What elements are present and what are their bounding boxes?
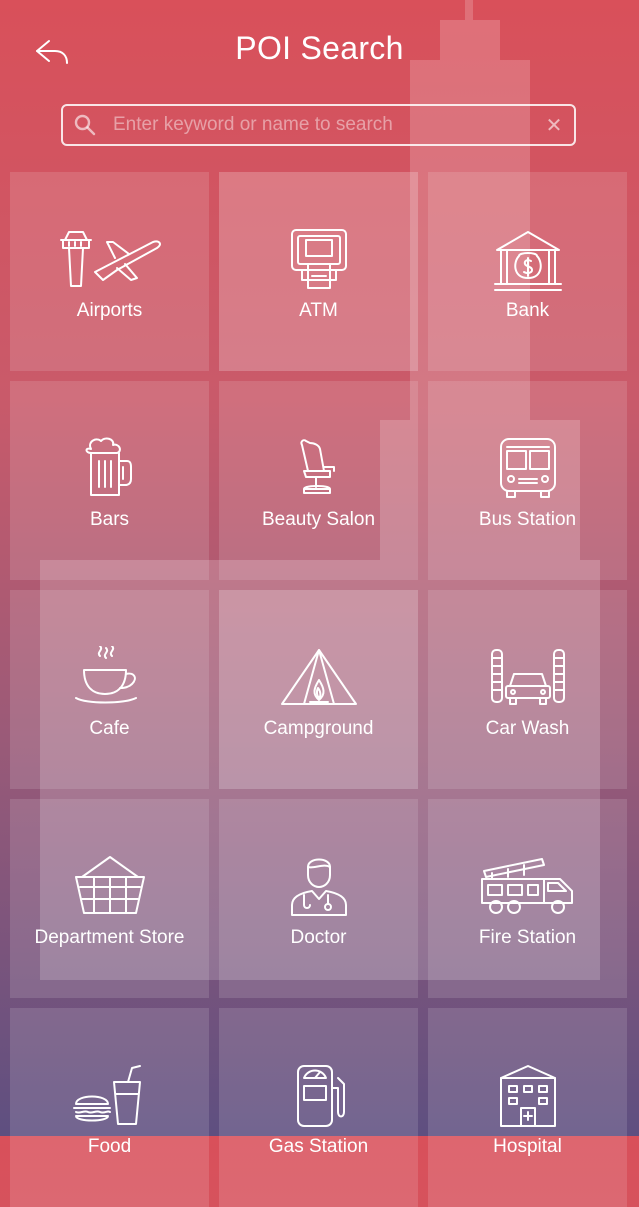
search-icon <box>63 106 107 144</box>
category-bars[interactable]: Bars <box>10 381 209 580</box>
category-label: Fire Station <box>478 927 577 948</box>
category-bank[interactable]: Bank <box>428 172 627 371</box>
category-car-wash[interactable]: Car Wash <box>428 590 627 789</box>
category-gas-station[interactable]: Gas Station <box>219 1008 418 1207</box>
category-bus-station[interactable]: Bus Station <box>428 381 627 580</box>
clear-icon[interactable]: ✕ <box>534 106 574 144</box>
doctor-icon <box>290 858 347 916</box>
car-wash-icon <box>490 649 565 705</box>
category-label: Campground <box>263 718 374 739</box>
category-label: Food <box>87 1136 132 1157</box>
page-title: POI Search <box>235 30 404 66</box>
category-label: Cafe <box>89 718 130 739</box>
atm-icon <box>290 229 347 289</box>
category-label: Airports <box>76 300 143 321</box>
category-beauty-salon[interactable]: Beauty Salon <box>219 381 418 580</box>
search-input[interactable] <box>107 106 534 144</box>
category-atm[interactable]: ATM <box>219 172 418 371</box>
category-doctor[interactable]: Doctor <box>219 799 418 998</box>
category-label: Bars <box>89 509 130 530</box>
category-label: Bank <box>505 300 550 321</box>
category-label: Car Wash <box>485 718 570 739</box>
category-food[interactable]: Food <box>10 1008 209 1207</box>
category-campground[interactable]: Campground <box>219 590 418 789</box>
category-label: Gas Station <box>268 1136 369 1157</box>
category-label: Hospital <box>493 1136 562 1157</box>
category-label: ATM <box>299 300 338 321</box>
category-hospital[interactable]: Hospital <box>428 1008 627 1207</box>
bus-icon <box>499 438 556 498</box>
search-bar: ✕ <box>61 104 576 146</box>
hospital-icon <box>499 1065 556 1127</box>
category-label: Bus Station <box>478 509 577 530</box>
airport-icon <box>59 231 161 287</box>
beer-mug-icon <box>85 437 132 496</box>
category-department-store[interactable]: Department Store <box>10 799 209 998</box>
fire-truck-icon <box>480 858 573 914</box>
category-label: Doctor <box>290 927 347 948</box>
category-fire-station[interactable]: Fire Station <box>428 799 627 998</box>
coffee-cup-icon <box>74 646 137 704</box>
category-label: Department Store <box>34 927 185 948</box>
fuel-pump-icon <box>296 1065 345 1127</box>
basket-icon <box>74 856 145 914</box>
category-airports[interactable]: Airports <box>10 172 209 371</box>
salon-chair-icon <box>300 439 335 494</box>
category-cafe[interactable]: Cafe <box>10 590 209 789</box>
bank-icon <box>493 231 562 291</box>
tent-icon <box>280 649 357 705</box>
category-label: Beauty Salon <box>261 509 376 530</box>
burger-drink-icon <box>72 1065 141 1125</box>
header: POI Search <box>0 0 639 100</box>
